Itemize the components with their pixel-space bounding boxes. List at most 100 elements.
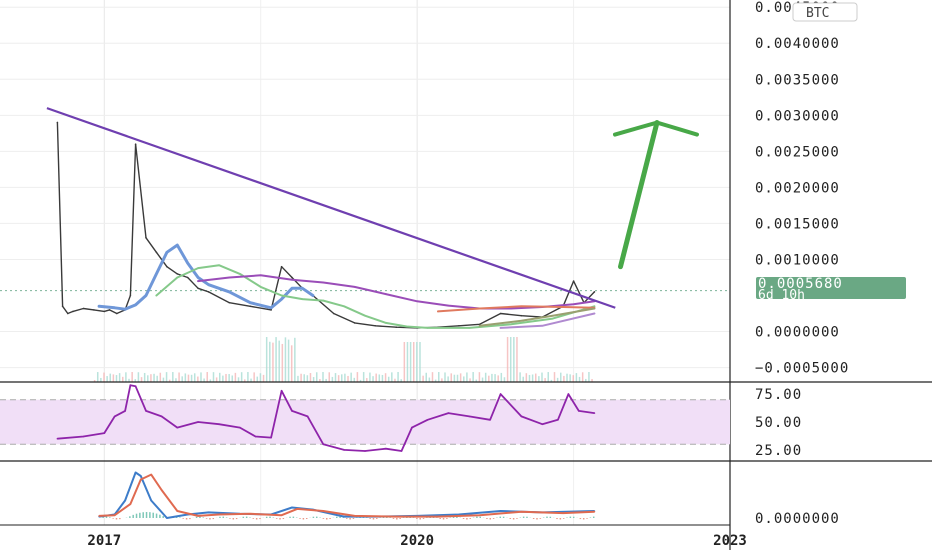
price-point [479, 308, 481, 310]
price-point [135, 143, 137, 145]
macd-hist-bar [299, 518, 301, 519]
volume-bar [507, 337, 509, 382]
macd-hist-bar [213, 518, 215, 519]
volume-bar [532, 374, 534, 382]
volume-bar [501, 373, 503, 382]
macd-hist-bar [229, 518, 231, 519]
rsi-point [135, 386, 137, 388]
macd-hist-bar [119, 518, 121, 519]
macd-point [150, 474, 152, 476]
rsi-point [239, 427, 241, 429]
price-point [130, 295, 132, 297]
price-point [197, 288, 199, 290]
price-point [104, 311, 106, 313]
volume-bar [482, 378, 484, 382]
price-point [416, 301, 418, 303]
price-point [281, 295, 283, 297]
price-point [197, 277, 199, 279]
volume-bar [163, 378, 165, 382]
macd-hist-bar [159, 515, 161, 518]
volume-bar [247, 372, 249, 382]
price-point [156, 252, 158, 254]
price-point [323, 300, 325, 302]
last-price-countdown: 6d 10h [758, 288, 805, 303]
macd-hist-bar [266, 517, 268, 518]
price-point [135, 304, 137, 306]
price-point [218, 264, 220, 266]
rsi-point [323, 444, 325, 446]
macd-hist-bar [563, 518, 565, 519]
macd-point [500, 510, 502, 512]
macd-hist-bar [583, 518, 585, 519]
macd-hist-bar [526, 517, 528, 518]
price-point [291, 288, 293, 290]
rsi-point [114, 416, 116, 418]
price-point [124, 308, 126, 310]
macd-hist-bar [326, 518, 328, 519]
macd-point [437, 516, 439, 518]
volume-bar [573, 375, 575, 382]
macd-point [281, 514, 283, 516]
macd-hist-bar [560, 518, 562, 519]
volume-bar [297, 376, 299, 382]
macd-hist-bar [203, 517, 205, 518]
macd-hist-bar [149, 512, 151, 518]
price-point [594, 291, 596, 293]
volume-bar [278, 341, 280, 382]
volume-bar [147, 375, 149, 382]
price-point [594, 308, 596, 310]
price-point [187, 262, 189, 264]
volume-bar [391, 372, 393, 382]
macd-hist-bar [189, 518, 191, 519]
volume-bar [529, 375, 531, 382]
price-point [145, 237, 147, 239]
price-point [448, 305, 450, 307]
volume-bar [413, 342, 415, 382]
volume-bar [125, 372, 127, 382]
macd-hist-bar [493, 518, 495, 519]
macd-hist-bar [289, 517, 291, 518]
volume-bar [219, 373, 221, 382]
price-point [552, 318, 554, 320]
volume-bar [185, 373, 187, 382]
volume-bar [228, 374, 230, 382]
macd-hist-bar [179, 517, 181, 518]
price-point [197, 267, 199, 269]
volume-bar [257, 377, 259, 382]
macd-hist-bar [276, 518, 278, 519]
macd-hist-bar [116, 518, 118, 519]
volume-bar [576, 373, 578, 382]
rsi-point [270, 437, 272, 439]
price-point [250, 302, 252, 304]
macd-hist-bar [136, 514, 138, 518]
price-tick-label: 0.0010000 [755, 252, 840, 268]
price-point [239, 273, 241, 275]
volume-bar [457, 375, 459, 382]
volume-bar [510, 337, 512, 382]
volume-bar [554, 372, 556, 382]
price-point [260, 275, 262, 277]
macd-hist-bar [349, 518, 351, 519]
macd-hist-bar [570, 517, 572, 518]
price-point [542, 325, 544, 327]
price-point [552, 315, 554, 317]
volume-bar [432, 372, 434, 382]
volume-bar [282, 344, 284, 382]
price-tick-label: 0.0020000 [755, 180, 840, 196]
volume-bar [369, 373, 371, 382]
volume-bar [300, 374, 302, 382]
volume-bar [375, 374, 377, 382]
macd-hist-bar [446, 518, 448, 519]
price-point [260, 286, 262, 288]
volume-bar [310, 373, 312, 382]
volume-bar [338, 375, 340, 382]
volume-bar [222, 376, 224, 382]
price-point [354, 322, 356, 324]
volume-bar [410, 342, 412, 382]
rsi-point [177, 427, 179, 429]
price-chart[interactable]: 0.00450000.00400000.00350000.00300000.00… [0, 0, 932, 550]
macd-hist-bar [109, 517, 111, 518]
volume-bar [225, 374, 227, 382]
price-point [521, 306, 523, 308]
macd-hist-bar [323, 518, 325, 519]
